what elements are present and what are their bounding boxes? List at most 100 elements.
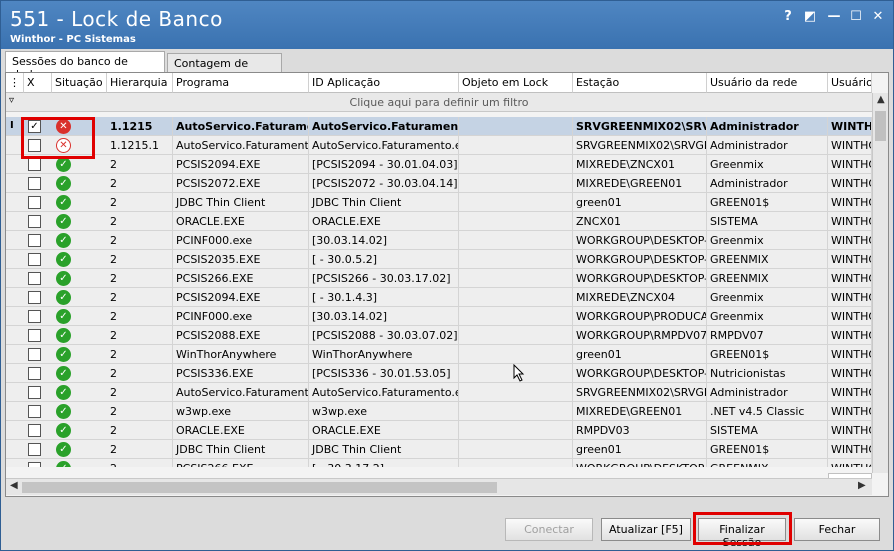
table-row[interactable]: ✓ 2 PCSIS2072.EXE [PCSIS2072 - 30.03.04.14]… <box>6 174 872 193</box>
column-header-estacao[interactable]: Estação <box>573 73 707 93</box>
column-header-usuario-rede[interactable]: Usuário da rede <box>707 73 828 93</box>
row-checkbox[interactable] <box>28 196 41 209</box>
help-icon[interactable]: ? <box>779 8 797 26</box>
status-ok-icon: ✓ <box>56 309 71 324</box>
status-ok-icon: ✓ <box>56 385 71 400</box>
status-ok-icon: ✓ <box>56 366 71 381</box>
cell-id-aplicacao: AutoServico.Faturamento.exe <box>309 383 459 402</box>
cell-estacao: WORKGROUP\PRODUCAOF <box>573 307 707 326</box>
row-checkbox[interactable] <box>28 234 41 247</box>
column-menu-icon[interactable]: ⋮ <box>6 73 24 93</box>
table-row[interactable]: ✓ 2 PCINF000.exe [30.03.14.02] WORKGROUP\DES… <box>6 231 872 250</box>
refresh-button[interactable]: Atualizar [F5] <box>601 518 691 541</box>
status-ok-icon: ✓ <box>56 328 71 343</box>
horizontal-scroll-thumb[interactable] <box>22 482 497 493</box>
cell-usuario-rede: .NET v4.5 Classic <box>707 402 828 421</box>
column-header-programa[interactable]: Programa <box>173 73 309 93</box>
scroll-left-icon[interactable]: ◀ <box>10 480 18 491</box>
cell-usuario: WINTHO <box>828 307 872 326</box>
cell-usuario: WINTHO <box>828 345 872 364</box>
maximize-icon[interactable]: ☐ <box>847 8 865 26</box>
column-header-situacao[interactable]: Situação <box>52 73 107 93</box>
table-row[interactable]: ✓ 2 ORACLE.EXE ORACLE.EXE RMPDV03 SISTEMA WINT… <box>6 421 872 440</box>
row-checkbox[interactable] <box>28 367 41 380</box>
table-row[interactable]: I ✓ ✕ 1.1215 AutoServico.Faturamen AutoServic… <box>6 117 872 136</box>
sessions-grid: ⋮ X Situação Hierarquia Programa ID Apli… <box>5 72 889 497</box>
cell-programa: PCSIS266.EXE <box>173 459 309 467</box>
cell-objeto-lock <box>459 212 573 231</box>
cell-hierarquia: 2 <box>107 345 173 364</box>
cell-usuario-rede: Administrador <box>707 174 828 193</box>
row-checkbox[interactable] <box>28 272 41 285</box>
scroll-up-icon[interactable]: ▲ <box>877 94 885 105</box>
row-checkbox[interactable] <box>28 329 41 342</box>
cell-objeto-lock <box>459 459 573 467</box>
row-checkbox[interactable] <box>28 443 41 456</box>
cell-hierarquia: 2 <box>107 155 173 174</box>
table-row[interactable]: ✓ 2 PCSIS2094.EXE[ - 30.1.4.3] MIXREDE\ZNCX… <box>6 288 872 307</box>
minimize-icon[interactable]: — <box>825 8 843 26</box>
connect-button[interactable]: Conectar <box>505 518 593 541</box>
row-checkbox[interactable] <box>28 177 41 190</box>
column-header-id-aplicacao[interactable]: ID Aplicação <box>309 73 459 93</box>
cell-estacao: SRVGREENMIX02\SRVGREE <box>573 383 707 402</box>
row-checkbox[interactable] <box>28 348 41 361</box>
column-header-hierarquia[interactable]: Hierarquia <box>107 73 173 93</box>
close-button[interactable]: Fechar <box>794 518 880 541</box>
table-row[interactable]: ✓ 2 JDBC Thin Client JDBC Thin Client green0… <box>6 440 872 459</box>
cell-estacao: green01 <box>573 440 707 459</box>
table-row[interactable]: ✓ 2 PCINF000.exe [30.03.14.02] WORKGROUP\PRO… <box>6 307 872 326</box>
column-header-objeto-lock[interactable]: Objeto em Lock <box>459 73 573 93</box>
row-checkbox[interactable] <box>28 253 41 266</box>
vertical-scrollbar[interactable]: ▲ <box>872 93 888 473</box>
table-row[interactable]: ✓ 2 w3wp.exe w3wp.exe MIXREDE\GREEN01 .NET v4… <box>6 402 872 421</box>
row-checkbox[interactable] <box>28 310 41 323</box>
table-row[interactable]: ✓ 2 PCSIS336.EXE [PCSIS336 - 30.01.53.05] WO… <box>6 364 872 383</box>
cell-estacao: WORKGROUP\DESKTOP-VH <box>573 459 707 467</box>
table-row[interactable]: ✓ 2 PCSIS2094.EXE [PCSIS2094 - 30.01.04.03]… <box>6 155 872 174</box>
status-ok-icon: ✓ <box>56 442 71 457</box>
cell-id-aplicacao: [PCSIS266 - 30.03.17.02] <box>309 269 459 288</box>
column-header-x[interactable]: X <box>24 73 52 93</box>
cell-estacao: SRVGREENMIX02\SRVGREE <box>573 136 707 155</box>
cell-usuario: WINTHO <box>828 212 872 231</box>
cell-hierarquia: 2 <box>107 383 173 402</box>
cell-programa: PCSIS336.EXE <box>173 364 309 383</box>
cell-programa: ORACLE.EXE <box>173 421 309 440</box>
cell-usuario-rede: GREEN01$ <box>707 345 828 364</box>
status-ok-icon: ✓ <box>56 233 71 248</box>
row-checkbox[interactable] <box>28 424 41 437</box>
table-row[interactable]: ✓ 2 PCSIS2088.EXE [PCSIS2088 - 30.03.07.02]… <box>6 326 872 345</box>
horizontal-scrollbar[interactable]: ◀ ▶ <box>6 478 872 495</box>
tab-contagem-licencas[interactable]: Contagem de licenças <box>167 53 282 83</box>
tab-sessoes[interactable]: Sessões do banco de dados <box>5 51 165 81</box>
row-checkbox[interactable] <box>28 386 41 399</box>
table-row[interactable]: ✓ 2 WinThorAnywhere WinThorAnywhere green01 G… <box>6 345 872 364</box>
cell-usuario-rede: GREENMIX <box>707 459 828 467</box>
row-checkbox[interactable] <box>28 291 41 304</box>
cell-usuario: WINTH <box>828 117 872 136</box>
cell-objeto-lock <box>459 402 573 421</box>
cell-programa: PCSIS2094.EXE <box>173 288 309 307</box>
column-header-usuario[interactable]: Usuário <box>828 73 872 93</box>
table-row[interactable]: ✕1.1215.1AutoServico.Faturamento.eAutoSe… <box>6 136 872 155</box>
table-row[interactable]: ✓ 2 PCSIS2035.EXE[ - 30.0.5.2] WORKGROUP\DE… <box>6 250 872 269</box>
cell-usuario: WINTHO <box>828 269 872 288</box>
table-row[interactable]: ✓ 2PCSIS266.EXE[ - 30.3.17.2] WORKGROUP\DE… <box>6 459 872 467</box>
cell-usuario: WINTHO <box>828 288 872 307</box>
row-checkbox[interactable] <box>28 158 41 171</box>
table-row[interactable]: ✓ 2 JDBC Thin Client JDBC Thin Client green0… <box>6 193 872 212</box>
row-checkbox[interactable] <box>28 405 41 418</box>
cell-estacao: WORKGROUP\DESKTOP-TD <box>573 250 707 269</box>
row-checkbox[interactable] <box>28 215 41 228</box>
table-row[interactable]: ✓ 2 ORACLE.EXE ORACLE.EXE ZNCX01 SISTEMA WINTH… <box>6 212 872 231</box>
filter-row[interactable]: ▿ Clique aqui para definir um filtro <box>6 93 872 112</box>
row-checkbox[interactable] <box>28 462 41 467</box>
table-row[interactable]: ✓ 2 PCSIS266.EXE [PCSIS266 - 30.03.17.02] WO… <box>6 269 872 288</box>
restore-layout-icon[interactable]: ◩ <box>801 8 819 26</box>
vertical-scroll-thumb[interactable] <box>875 111 886 141</box>
scroll-right-icon[interactable]: ▶ <box>858 480 866 491</box>
close-icon[interactable]: ✕ <box>869 8 887 26</box>
cell-hierarquia: 2 <box>107 402 173 421</box>
table-row[interactable]: ✓ 2AutoServico.Faturamento.eAutoServico.F… <box>6 383 872 402</box>
